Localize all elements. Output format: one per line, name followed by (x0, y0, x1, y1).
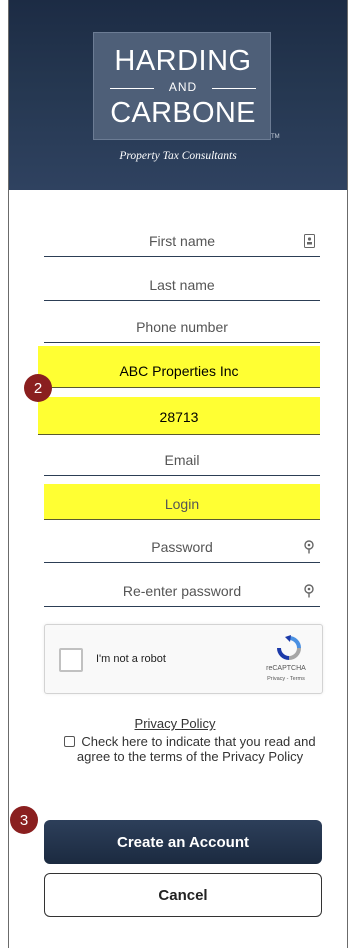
key-icon (302, 539, 316, 555)
agree-terms-row: Check here to indicate that you read and… (50, 734, 330, 764)
key-icon (302, 583, 316, 599)
logo-and-divider: AND (94, 80, 272, 96)
company-name-value: ABC Properties Inc (119, 362, 239, 379)
reenter-password-field[interactable]: Re-enter password (44, 575, 320, 607)
agree-terms-checkbox[interactable] (64, 736, 76, 747)
signup-page: HARDING AND CARBONE TM Property Tax Cons… (0, 0, 350, 948)
login-field[interactable]: Login (44, 488, 320, 520)
step-2-badge: 2 (24, 374, 52, 402)
company-name-field[interactable]: ABC Properties Inc (38, 354, 320, 388)
brand-header: HARDING AND CARBONE TM Property Tax Cons… (9, 0, 347, 190)
logo-trademark: TM (271, 134, 280, 140)
recaptcha-privacy-terms-links[interactable]: Privacy - Terms (250, 676, 322, 682)
create-account-button[interactable]: Create an Account (44, 820, 322, 864)
zip-code-field[interactable]: 28713 (38, 400, 320, 435)
company-tagline: Property Tax Consultants (119, 150, 237, 162)
password-placeholder: Password (151, 538, 213, 555)
window-left-edge (0, 0, 9, 948)
phone-number-placeholder: Phone number (136, 318, 228, 335)
contact-card-icon (302, 233, 316, 249)
step-3-badge: 3 (10, 806, 38, 834)
recaptcha-label: I'm not a robot (96, 653, 166, 665)
email-field[interactable]: Email (44, 444, 320, 476)
login-placeholder: Login (164, 495, 200, 512)
last-name-field[interactable]: Last name (44, 269, 320, 301)
recaptcha-checkbox[interactable] (59, 648, 83, 672)
logo-and-word: AND (168, 80, 198, 94)
logo-name-line1: HARDING (114, 45, 252, 77)
first-name-field[interactable]: First name (44, 225, 320, 257)
password-field[interactable]: Password (44, 531, 320, 563)
zip-code-value: 28713 (159, 409, 199, 425)
last-name-placeholder: Last name (149, 276, 215, 293)
recaptcha-brand: reCAPTCHA (266, 665, 306, 672)
phone-number-field[interactable]: Phone number (44, 311, 320, 343)
company-logo: HARDING AND CARBONE (93, 32, 271, 140)
reenter-password-placeholder: Re-enter password (122, 582, 242, 599)
cancel-button[interactable]: Cancel (44, 873, 322, 917)
email-placeholder: Email (164, 451, 200, 468)
logo-name-line2: CARBONE (110, 97, 256, 129)
recaptcha-logo-icon (273, 635, 305, 661)
agree-terms-label: Check here to indicate that you read and… (76, 734, 316, 764)
first-name-placeholder: First name (148, 232, 216, 249)
recaptcha-widget: I'm not a robot reCAPTCHA Privacy - Term… (44, 624, 323, 694)
privacy-policy-link[interactable]: Privacy Policy (0, 716, 350, 731)
